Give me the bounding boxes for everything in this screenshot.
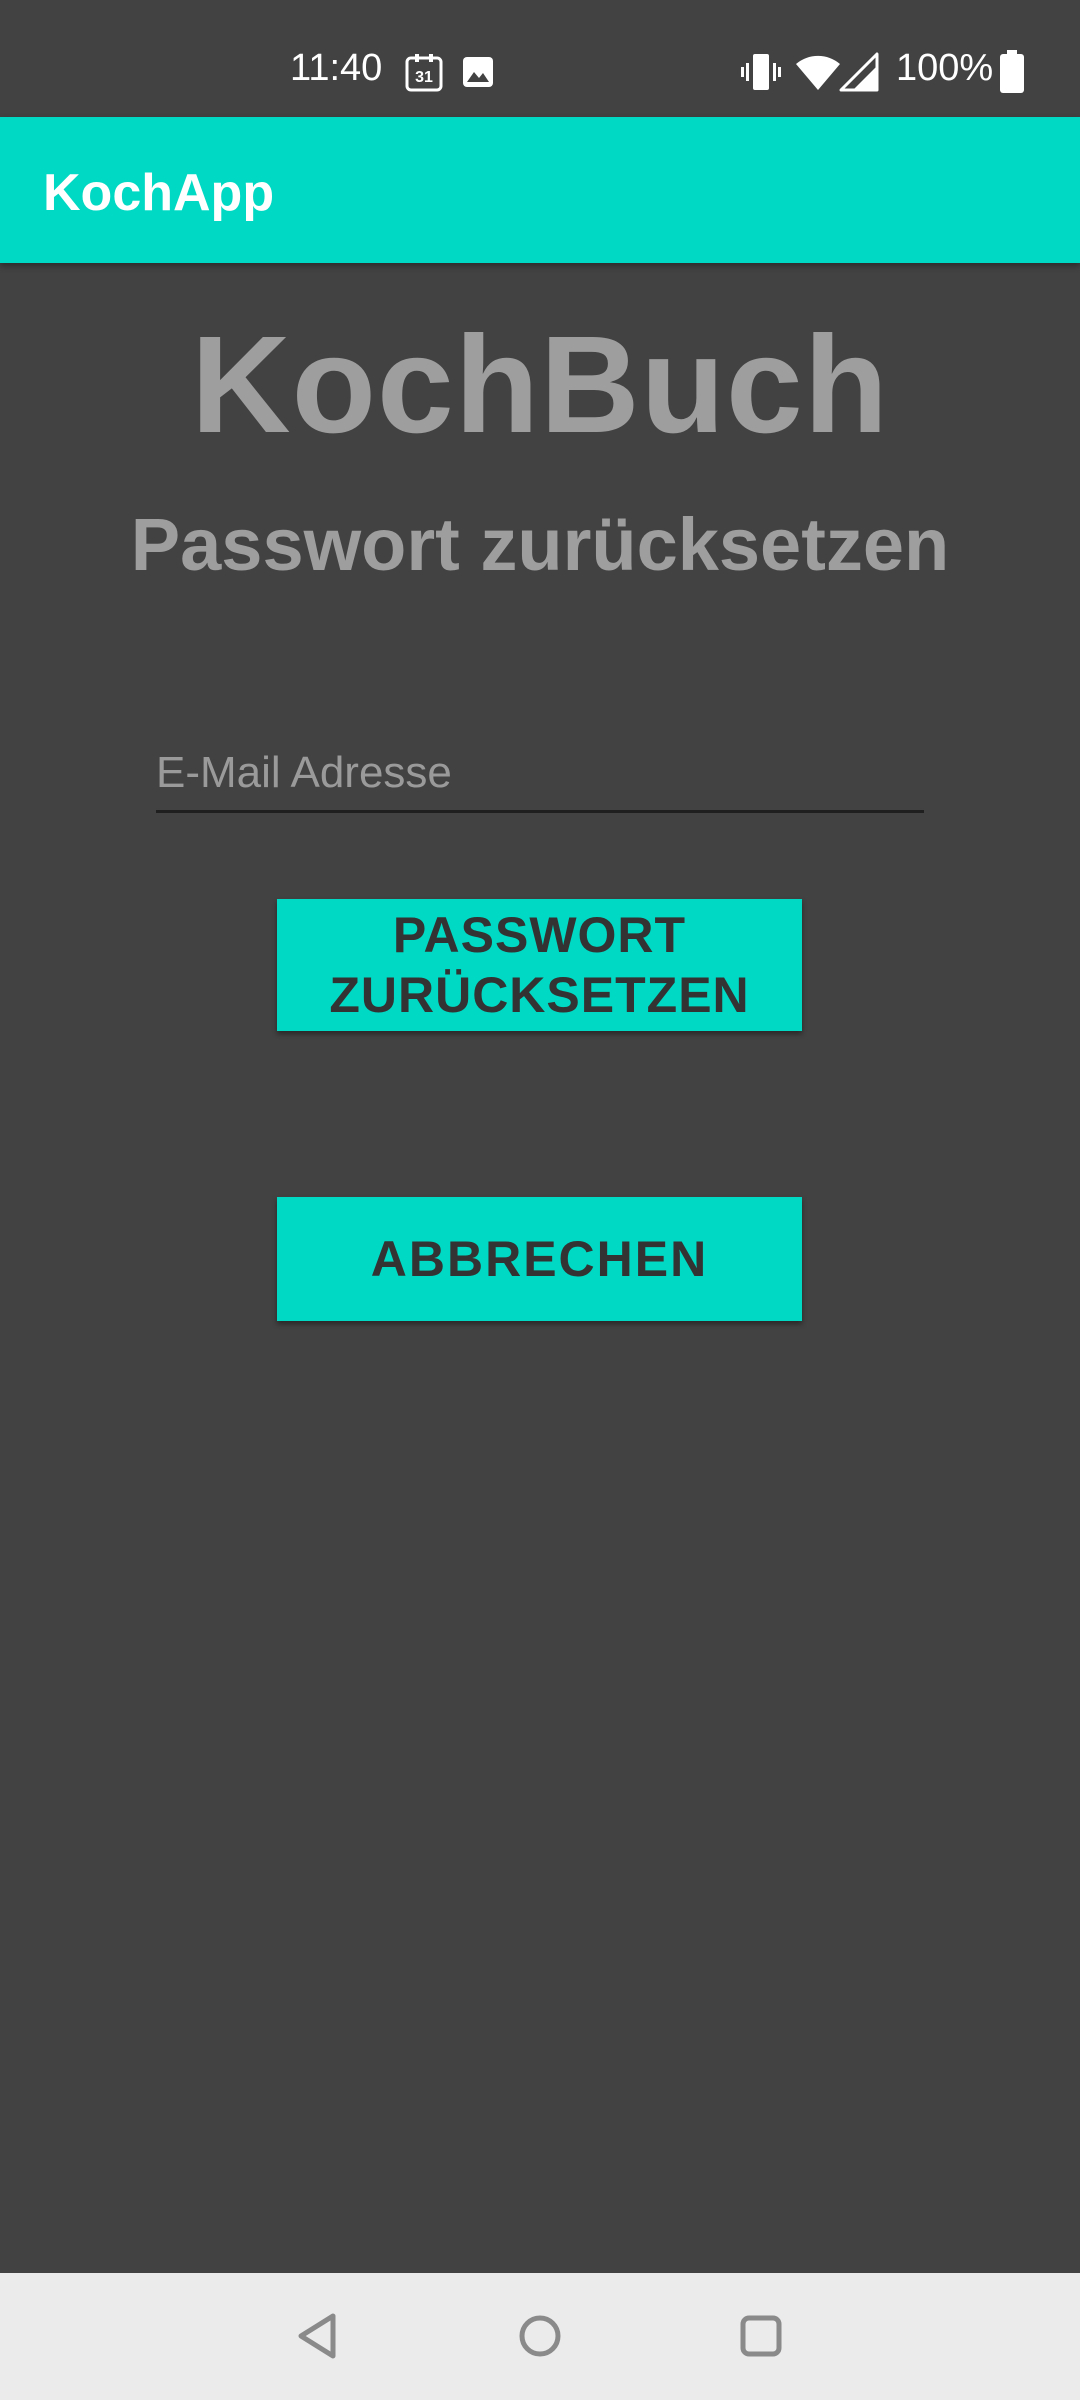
reset-password-button-label: PASSWORT ZURÜCKSETZEN — [329, 907, 750, 1023]
app-title: KochApp — [43, 164, 275, 222]
calendar-day: 31 — [415, 69, 433, 86]
app-toolbar: KochApp — [0, 117, 1080, 263]
wifi-icon — [796, 55, 840, 90]
home-icon[interactable] — [510, 2306, 570, 2366]
calendar-icon: 31 — [405, 54, 443, 92]
cancel-button-label: ABBRECHEN — [370, 1231, 709, 1287]
status-bar: 11:40 31 100% — [0, 0, 1080, 117]
battery-icon — [1000, 50, 1024, 93]
cancel-button[interactable]: ABBRECHEN — [277, 1197, 802, 1321]
cell-signal-icon — [839, 52, 879, 92]
page-title: KochBuch — [191, 308, 889, 462]
reset-password-button[interactable]: PASSWORT ZURÜCKSETZEN — [277, 899, 802, 1031]
back-icon[interactable] — [289, 2306, 349, 2366]
status-time: 11:40 — [290, 47, 383, 89]
battery-percentage: 100% — [896, 47, 994, 89]
image-icon — [463, 57, 493, 87]
recents-icon[interactable] — [731, 2306, 791, 2366]
email-field[interactable] — [156, 735, 924, 813]
page-subtitle: Passwort zurücksetzen — [130, 503, 950, 586]
vibrate-icon — [741, 54, 781, 90]
